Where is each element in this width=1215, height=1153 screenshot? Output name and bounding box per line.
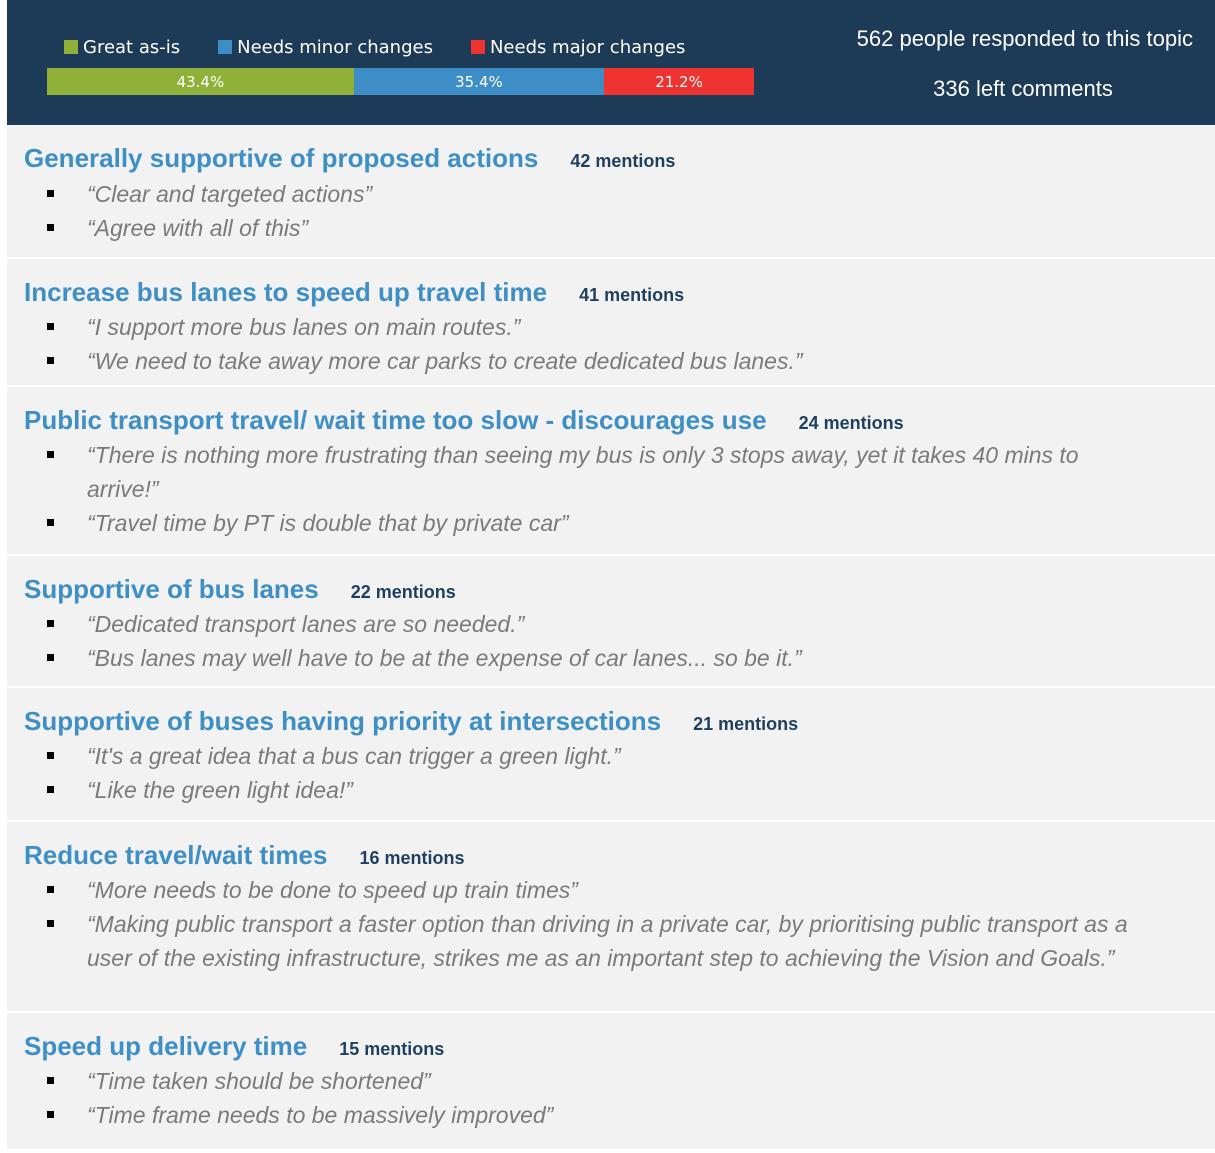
mention-count: 24 mentions [798, 413, 904, 433]
theme-section: Public transport travel/ wait time too s… [7, 387, 1215, 556]
quote-item: “More needs to be done to speed up train… [7, 873, 1215, 907]
quote-list: “I support more bus lanes on main routes… [7, 310, 1215, 378]
quote-item: “Making public transport a faster option… [7, 907, 1215, 975]
theme-section: Speed up delivery time 15 mentions “Time… [7, 1013, 1215, 1153]
quote-text: “Clear and targeted actions” [87, 181, 373, 207]
theme-title: Reduce travel/wait times [24, 840, 328, 870]
theme-header: Supportive of buses having priority at i… [7, 688, 1215, 737]
theme-title: Speed up delivery time [24, 1031, 308, 1061]
quote-item: “Dedicated transport lanes are so needed… [7, 607, 1215, 641]
quote-text: “Making public transport a faster option… [87, 911, 1128, 971]
bullet-icon [47, 1077, 54, 1084]
bullet-icon [47, 1111, 54, 1118]
quote-text: “Bus lanes may well have to be at the ex… [87, 645, 802, 671]
legend-minor: Needs minor changes [218, 37, 433, 58]
theme-title: Supportive of buses having priority at i… [24, 706, 662, 736]
legend-label-minor: Needs minor changes [237, 36, 433, 58]
bar-label-great: 43.4% [176, 72, 225, 91]
quote-item: “Travel time by PT is double that by pri… [7, 506, 1215, 540]
theme-title: Generally supportive of proposed actions [24, 143, 539, 173]
legend-swatch-major [470, 40, 485, 54]
quote-item: “Time taken should be shortened” [7, 1064, 1215, 1098]
quote-text: “Time taken should be shortened” [87, 1068, 431, 1094]
theme-header: Generally supportive of proposed actions… [7, 125, 1215, 174]
responded-count: 562 people responded to this topic [856, 26, 1193, 51]
quote-item: “Time frame needs to be massively improv… [7, 1098, 1215, 1132]
quote-list: “It's a great idea that a bus can trigge… [7, 739, 1215, 807]
mention-count: 21 mentions [693, 714, 799, 734]
theme-section: Generally supportive of proposed actions… [7, 125, 1215, 259]
legend-swatch-minor [218, 40, 233, 54]
quote-item: “It's a great idea that a bus can trigge… [7, 739, 1215, 773]
theme-header: Supportive of bus lanes 22 mentions [7, 556, 1215, 605]
themes-list: Generally supportive of proposed actions… [7, 125, 1215, 1149]
response-legend: Great as-is Needs minor changes Needs ma… [64, 35, 685, 59]
bullet-icon [47, 519, 54, 526]
bullet-icon [47, 357, 54, 364]
theme-section: Supportive of bus lanes 22 mentions “Ded… [7, 556, 1215, 688]
comments-count: 336 left comments [933, 76, 1113, 101]
legend-great: Great as-is [64, 37, 180, 58]
theme-title: Increase bus lanes to speed up travel ti… [24, 277, 548, 307]
quote-item: “Like the green light idea!” [7, 773, 1215, 807]
theme-section: Reduce travel/wait times 16 mentions “Mo… [7, 822, 1215, 1013]
bullet-icon [47, 224, 54, 231]
mention-count: 42 mentions [570, 151, 676, 171]
mention-count: 41 mentions [579, 285, 685, 305]
bullet-icon [47, 620, 54, 627]
quote-item: “I support more bus lanes on main routes… [7, 310, 1215, 344]
quote-text: “Agree with all of this” [87, 215, 309, 241]
bar-label-minor: 35.4% [455, 72, 503, 91]
bar-segment-minor: 35.4% [353, 68, 605, 95]
legend-swatch-great [64, 40, 78, 54]
quote-list: “There is nothing more frustrating than … [7, 438, 1215, 540]
bullet-icon [47, 886, 54, 893]
quote-item: “Agree with all of this” [7, 211, 1215, 245]
bar-segment-major: 21.2% [604, 68, 754, 95]
quote-text: “It's a great idea that a bus can trigge… [87, 743, 621, 769]
quote-text: “Like the green light idea!” [87, 777, 353, 803]
theme-header: Increase bus lanes to speed up travel ti… [7, 259, 1215, 308]
theme-header: Reduce travel/wait times 16 mentions [7, 822, 1215, 871]
quote-list: “Dedicated transport lanes are so needed… [7, 607, 1215, 675]
mention-count: 15 mentions [339, 1039, 445, 1059]
quote-text: “There is nothing more frustrating than … [87, 442, 1079, 502]
quote-text: “Dedicated transport lanes are so needed… [87, 611, 525, 637]
quote-item: “There is nothing more frustrating than … [7, 438, 1215, 506]
bullet-icon [47, 654, 54, 661]
response-stacked-bar: 43.4% 35.4% 21.2% [47, 68, 754, 95]
quote-item: “Clear and targeted actions” [7, 177, 1215, 211]
summary-header: Great as-is Needs minor changes Needs ma… [7, 0, 1215, 125]
quote-item: “Bus lanes may well have to be at the ex… [7, 641, 1215, 675]
quote-list: “Time taken should be shortened” “Time f… [7, 1064, 1215, 1132]
quote-text: “Travel time by PT is double that by pri… [87, 510, 569, 536]
quote-text: “More needs to be done to speed up train… [87, 877, 578, 903]
quote-list: “More needs to be done to speed up train… [7, 873, 1215, 975]
theme-section: Increase bus lanes to speed up travel ti… [7, 259, 1215, 387]
quote-list: “Clear and targeted actions” “Agree with… [7, 177, 1215, 245]
legend-label-major: Needs major changes [489, 36, 686, 58]
quote-text: “Time frame needs to be massively improv… [87, 1102, 554, 1128]
bullet-icon [47, 190, 54, 197]
legend-label-great: Great as-is [83, 36, 181, 58]
bullet-icon [47, 920, 54, 927]
mention-count: 16 mentions [359, 848, 465, 868]
legend-major: Needs major changes [470, 36, 686, 58]
quote-text: “I support more bus lanes on main routes… [87, 314, 521, 340]
theme-title: Supportive of bus lanes [24, 574, 319, 604]
bullet-icon [47, 451, 54, 458]
bullet-icon [47, 323, 54, 330]
theme-header: Public transport travel/ wait time too s… [7, 387, 1215, 436]
quote-item: “We need to take away more car parks to … [7, 344, 1215, 378]
quote-text: “We need to take away more car parks to … [87, 348, 803, 374]
theme-title: Public transport travel/ wait time too s… [24, 405, 767, 435]
mention-count: 22 mentions [350, 582, 456, 602]
bar-segment-great: 43.4% [47, 68, 354, 95]
bullet-icon [47, 786, 54, 793]
theme-section: Supportive of buses having priority at i… [7, 688, 1215, 822]
bar-label-major: 21.2% [655, 72, 703, 91]
bullet-icon [47, 752, 54, 759]
theme-header: Speed up delivery time 15 mentions [7, 1013, 1215, 1062]
